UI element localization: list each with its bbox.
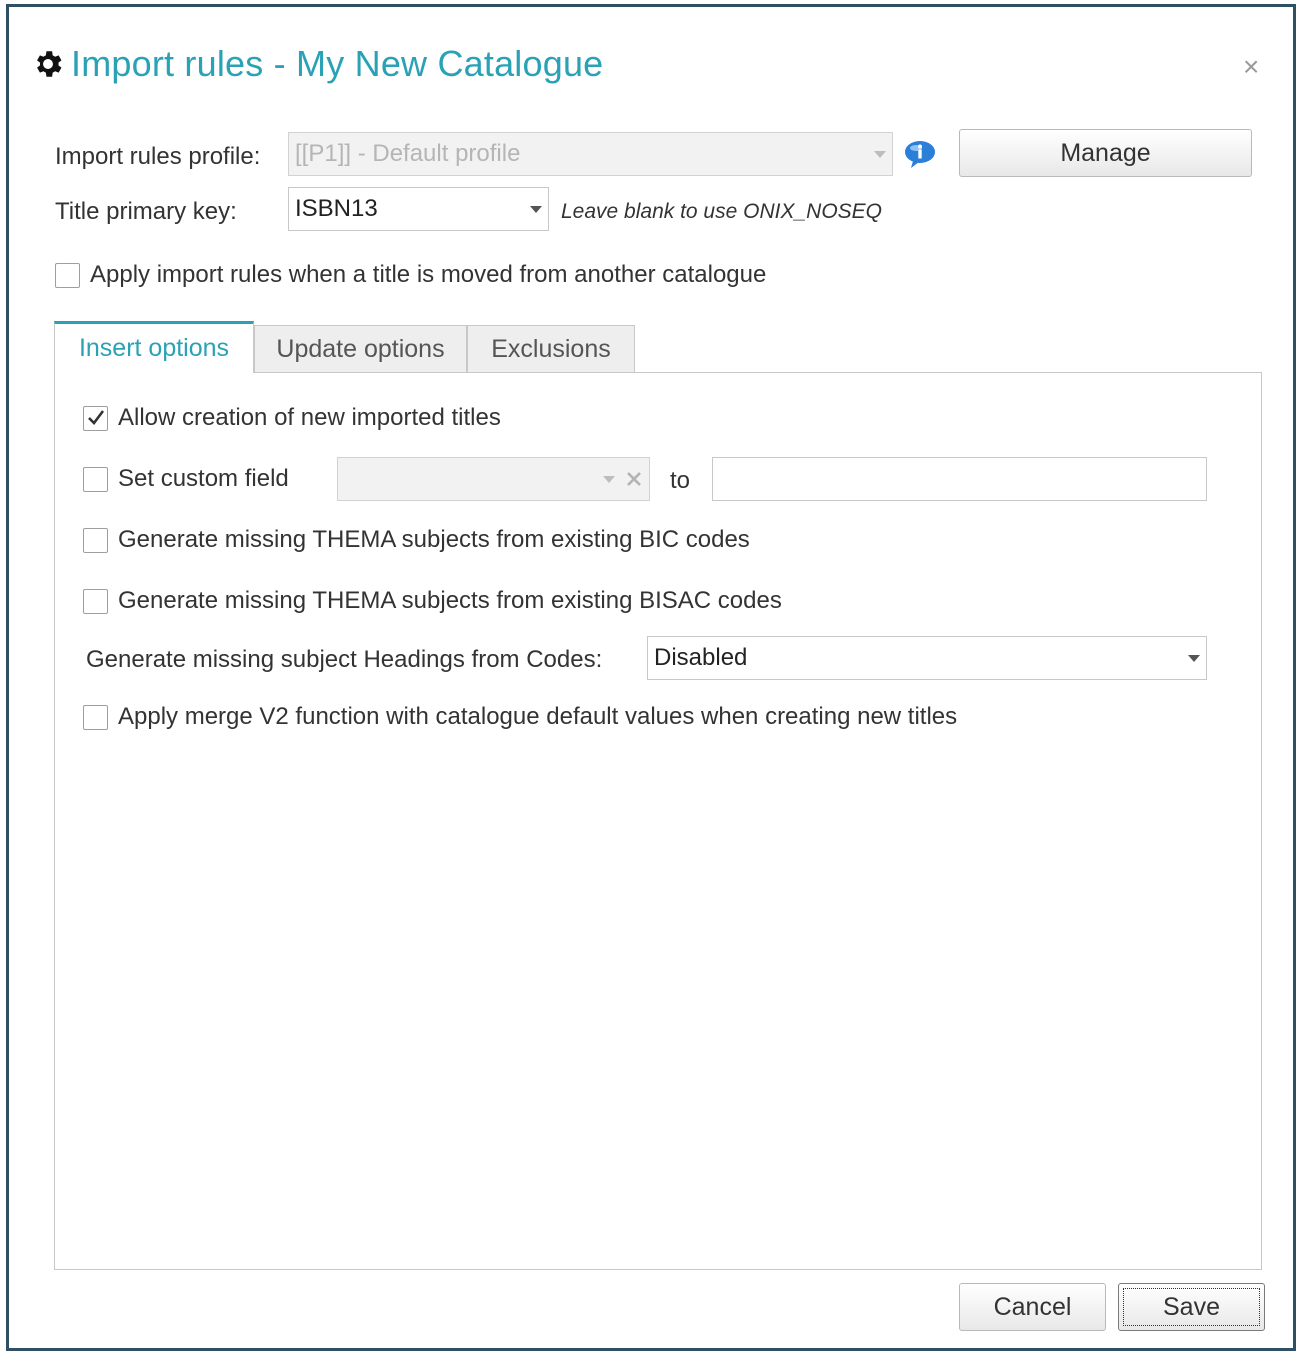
- custom-field-row: Set custom field: [83, 465, 289, 493]
- custom-field-checkbox[interactable]: [83, 466, 108, 492]
- allow-creation-row: Allow creation of new imported titles: [83, 404, 501, 432]
- chevron-down-icon: [874, 150, 886, 158]
- clear-x-icon[interactable]: [625, 470, 643, 488]
- custom-field-value-input[interactable]: [712, 457, 1207, 501]
- thema-bisac-checkbox[interactable]: [83, 588, 108, 614]
- close-icon[interactable]: ×: [1243, 53, 1259, 81]
- profile-select[interactable]: [[P1]] - Default profile: [288, 132, 893, 176]
- thema-bic-checkbox[interactable]: [83, 527, 108, 553]
- gear-icon: [37, 51, 62, 77]
- tab-insert-options-label: Insert options: [78, 334, 230, 362]
- tab-exclusions[interactable]: Exclusions: [467, 325, 635, 373]
- dialog-header: Import rules - My New Catalogue: [31, 43, 603, 85]
- thema-bisac-row: Generate missing THEMA subjects from exi…: [83, 587, 782, 615]
- apply-move-row: Apply import rules when a title is moved…: [55, 261, 766, 289]
- headings-select[interactable]: Disabled: [647, 636, 1207, 680]
- primary-key-label: Title primary key:: [55, 198, 237, 225]
- apply-move-label: Apply import rules when a title is moved…: [90, 261, 767, 288]
- thema-bic-row: Generate missing THEMA subjects from exi…: [83, 526, 750, 554]
- manage-button[interactable]: Manage: [959, 129, 1252, 177]
- merge-v2-row: Apply merge V2 function with catalogue d…: [83, 703, 957, 731]
- allow-creation-checkbox[interactable]: [83, 405, 108, 431]
- insert-options-panel: [54, 372, 1262, 1270]
- thema-bisac-label: Generate missing THEMA subjects from exi…: [118, 587, 782, 614]
- checkmark-icon: [87, 410, 104, 425]
- chevron-down-icon: [603, 475, 615, 483]
- primary-key-hint: Leave blank to use ONIX_NOSEQ: [561, 200, 882, 223]
- thema-bic-label: Generate missing THEMA subjects from exi…: [118, 526, 750, 553]
- merge-v2-checkbox[interactable]: [83, 704, 108, 730]
- dialog-title: Import rules - My New Catalogue: [71, 43, 604, 84]
- headings-label: Generate missing subject Headings from C…: [86, 646, 603, 673]
- chevron-down-icon: [1188, 654, 1200, 662]
- custom-field-label: Set custom field: [118, 465, 289, 492]
- primary-key-select[interactable]: ISBN13: [288, 187, 549, 231]
- custom-field-select[interactable]: [337, 457, 650, 501]
- profile-select-value: [[P1]] - Default profile: [295, 140, 521, 167]
- merge-v2-label: Apply merge V2 function with catalogue d…: [118, 703, 958, 730]
- cancel-button[interactable]: Cancel: [959, 1283, 1106, 1331]
- save-button[interactable]: Save: [1118, 1283, 1265, 1331]
- headings-select-value: Disabled: [654, 644, 748, 671]
- apply-move-checkbox[interactable]: [55, 262, 80, 288]
- import-rules-dialog: Import rules - My New Catalogue × Import…: [6, 4, 1296, 1351]
- custom-field-to-label: to: [670, 467, 691, 494]
- tab-exclusions-label: Exclusions: [491, 335, 611, 363]
- active-tab-joiner: [55, 369, 253, 375]
- primary-key-value: ISBN13: [295, 195, 378, 222]
- profile-label: Import rules profile:: [55, 143, 261, 170]
- info-icon[interactable]: [903, 139, 937, 169]
- tab-update-options-label: Update options: [276, 335, 445, 363]
- tab-update-options[interactable]: Update options: [254, 325, 467, 373]
- tab-insert-options[interactable]: Insert options: [54, 321, 254, 373]
- allow-creation-label: Allow creation of new imported titles: [118, 404, 501, 431]
- chevron-down-icon: [530, 205, 542, 213]
